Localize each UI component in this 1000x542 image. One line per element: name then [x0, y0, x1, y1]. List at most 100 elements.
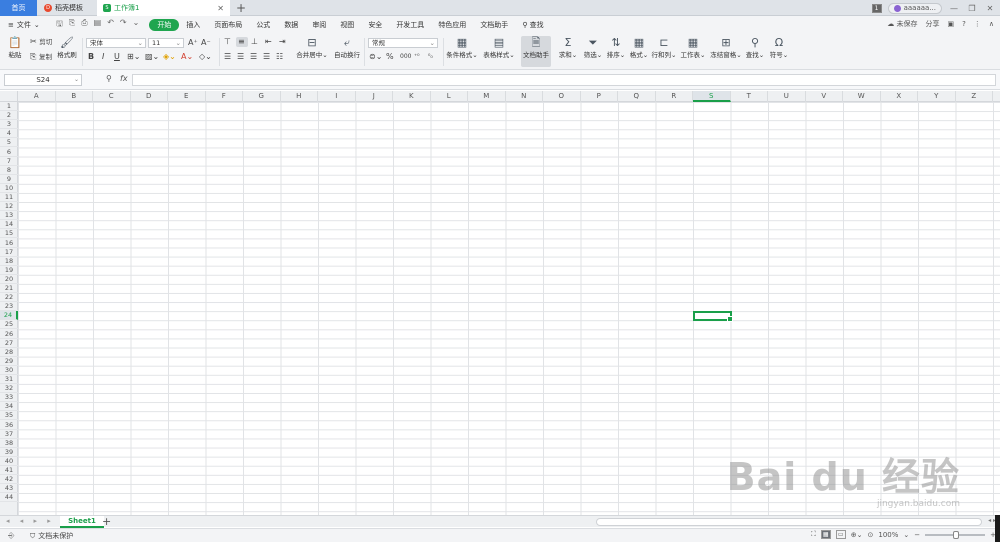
column-header[interactable]: O	[543, 91, 581, 102]
column-header[interactable]: N	[506, 91, 543, 102]
share-button[interactable]: 分享	[926, 19, 940, 29]
row-header[interactable]: 38	[0, 439, 18, 448]
bold-button[interactable]: B	[88, 52, 94, 62]
print-icon[interactable]: ⎙	[81, 18, 87, 32]
font-size-select[interactable]: 11 ⌄	[148, 38, 184, 48]
row-header[interactable]: 30	[0, 366, 18, 375]
row-header[interactable]: 17	[0, 248, 18, 257]
column-header[interactable]: D	[131, 91, 168, 102]
clear-format-icon[interactable]: ◇⌄	[199, 52, 212, 62]
row-header[interactable]: 37	[0, 430, 18, 439]
horizontal-scrollbar[interactable]	[596, 518, 982, 526]
indent-decrease-icon[interactable]: ⇤	[265, 37, 272, 47]
tab-4[interactable]: 数据	[277, 20, 305, 30]
row-header[interactable]: 42	[0, 475, 18, 485]
column-header[interactable]: Q	[618, 91, 656, 102]
row-header[interactable]: 16	[0, 239, 18, 248]
name-box[interactable]: S24 ⌄	[4, 74, 82, 86]
sum-button[interactable]: Σ 求和⌄	[558, 37, 578, 60]
close-window-icon[interactable]: ✕	[984, 4, 996, 13]
filter-button[interactable]: ⏷ 筛选⌄	[582, 37, 604, 60]
new-tab-button[interactable]: +	[236, 1, 246, 15]
column-header[interactable]: U	[768, 91, 806, 102]
decrease-font-icon[interactable]: A⁻	[201, 38, 211, 48]
row-header[interactable]: 1	[0, 102, 18, 112]
row-header[interactable]: 36	[0, 421, 18, 430]
row-header[interactable]: 26	[0, 330, 18, 339]
row-header[interactable]: 32	[0, 384, 18, 394]
row-header[interactable]: 24	[0, 311, 18, 321]
column-header[interactable]: W	[843, 91, 881, 102]
row-header[interactable]: 5	[0, 138, 18, 148]
file-menu[interactable]: ≡ 文件 ⌄	[8, 20, 44, 30]
zoom-out-button[interactable]: −	[914, 531, 920, 539]
increase-decimal-icon[interactable]: ⁺⁰	[414, 52, 420, 62]
zoom-slider[interactable]	[925, 530, 986, 539]
sort-button[interactable]: ⇅ 排序⌄	[605, 37, 627, 60]
merge-center-button[interactable]: ⊟ 合并居中⌄	[296, 37, 328, 60]
format-button[interactable]: ▦ 格式⌄	[628, 37, 650, 60]
row-header[interactable]: 18	[0, 257, 18, 266]
row-header[interactable]: 23	[0, 302, 18, 312]
row-header[interactable]: 13	[0, 211, 18, 221]
sheet-nav-arrows[interactable]: ◂ ◂ ▸ ▸	[6, 517, 55, 525]
print-preview-icon[interactable]: ▤	[94, 18, 102, 32]
row-header[interactable]: 12	[0, 202, 18, 212]
column-header[interactable]: H	[281, 91, 318, 102]
sheet-tab[interactable]: Sheet1	[60, 516, 104, 528]
row-header[interactable]: 29	[0, 357, 18, 366]
column-header[interactable]: I	[318, 91, 356, 102]
unsaved-button[interactable]: ☁ 未保存	[887, 19, 917, 29]
column-header[interactable]: P	[581, 91, 618, 102]
row-header[interactable]: 3	[0, 120, 18, 130]
active-cell[interactable]	[693, 311, 732, 323]
customize-qat-icon[interactable]: ⌄	[133, 18, 140, 32]
row-header[interactable]: 10	[0, 184, 18, 193]
column-header[interactable]: Y	[918, 91, 956, 102]
column-header[interactable]: Z	[956, 91, 993, 102]
column-header[interactable]: F	[206, 91, 243, 102]
search-menu[interactable]: ⚲ 查找	[515, 20, 550, 30]
eye-protect-icon[interactable]: ⛶	[811, 530, 816, 539]
cell-style-icon[interactable]: ▨⌄	[145, 52, 159, 62]
align-middle-button[interactable]: ≡	[236, 37, 248, 47]
close-tab-icon[interactable]: ✕	[217, 4, 224, 13]
freeze-panes-button[interactable]: ⊞ 冻结窗格⌄	[710, 37, 742, 60]
zoom-slider-knob[interactable]	[953, 530, 960, 539]
user-account[interactable]: aaaaaa...	[887, 2, 942, 14]
more-icon[interactable]: ⋮	[974, 20, 981, 28]
column-header[interactable]: L	[431, 91, 468, 102]
row-header[interactable]: 41	[0, 466, 18, 476]
column-header[interactable]: A	[18, 91, 56, 102]
row-header[interactable]: 40	[0, 457, 18, 466]
tab-6[interactable]: 视图	[333, 20, 361, 30]
percent-button[interactable]: %	[386, 52, 394, 62]
decrease-decimal-icon[interactable]: ⁰₀	[428, 52, 433, 62]
tab-1[interactable]: 插入	[179, 20, 207, 30]
row-header[interactable]: 22	[0, 293, 18, 303]
row-header[interactable]: 44	[0, 493, 18, 503]
distributed-icon[interactable]: ☷	[276, 52, 283, 62]
conditional-format-button[interactable]: ▦ 条件格式⌄	[446, 37, 478, 60]
row-header[interactable]: 4	[0, 129, 18, 139]
redo-icon[interactable]: ↷	[120, 18, 127, 32]
row-header[interactable]: 14	[0, 220, 18, 230]
collapse-ribbon-icon[interactable]: ∧	[989, 20, 994, 28]
paste-button[interactable]: 📋 粘贴	[4, 37, 26, 60]
row-header[interactable]: 8	[0, 166, 18, 175]
font-name-select[interactable]: 宋体 ⌄	[86, 38, 146, 48]
tab-home[interactable]: 首页	[0, 0, 37, 16]
align-right-icon[interactable]: ☰	[250, 52, 257, 62]
skin-icon[interactable]: ▣	[948, 20, 955, 28]
copy-button[interactable]: ⎘ 复制	[30, 52, 52, 62]
page-break-icon[interactable]: ⊕⌄	[851, 531, 863, 539]
tab-9[interactable]: 特色应用	[431, 20, 473, 30]
table-style-button[interactable]: ▤ 表格样式⌄	[482, 37, 516, 60]
tab-10[interactable]: 文档助手	[473, 20, 515, 30]
column-header[interactable]: M	[468, 91, 506, 102]
row-header[interactable]: 20	[0, 275, 18, 284]
currency-icon[interactable]: ⊜⌄	[369, 52, 382, 62]
doc-assistant-button[interactable]: 🗎 文档助手	[521, 37, 551, 60]
underline-button[interactable]: U	[114, 52, 120, 62]
row-header[interactable]: 39	[0, 448, 18, 457]
